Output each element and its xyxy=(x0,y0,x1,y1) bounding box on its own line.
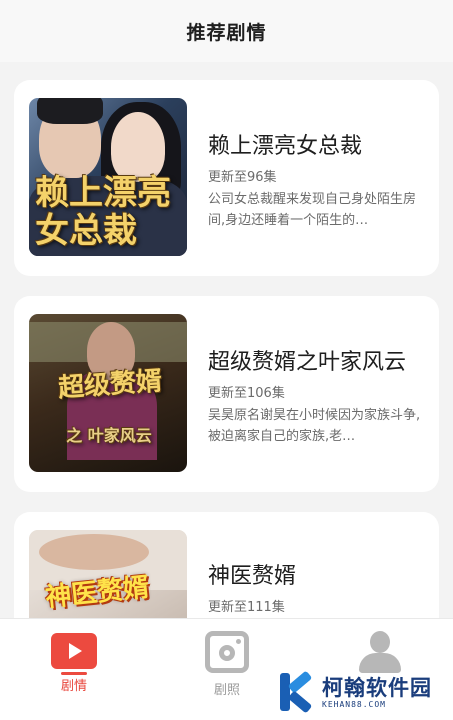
tab-label: 剧照 xyxy=(213,683,240,698)
watermark: 柯翰软件园 KEHAN88.COM xyxy=(276,668,446,716)
drama-description: 公司女总裁醒来发现自己身处陌生房间,身边还睡着一个陌生的… xyxy=(208,192,417,228)
poster-figure-man-hair xyxy=(37,98,103,124)
k-logo-icon xyxy=(276,670,316,714)
drama-card[interactable]: 赖上漂亮女总裁 赖上漂亮女总裁 更新至96集 公司女总裁醒来发现自己身处陌生房间… xyxy=(14,80,439,276)
drama-card[interactable]: 神医赘婿 神医赘婿 更新至111集 xyxy=(14,512,439,618)
photo-icon xyxy=(205,631,249,673)
watermark-text: 柯翰软件园 KEHAN88.COM xyxy=(322,676,432,709)
poster-figure-woman xyxy=(111,112,165,182)
page-title: 推荐剧情 xyxy=(186,21,267,44)
drama-title[interactable]: 神医赘婿 xyxy=(208,562,428,592)
top-header: 推荐剧情 xyxy=(0,0,453,62)
tab-label: 剧情 xyxy=(60,679,87,694)
tab-stills[interactable]: 剧照 xyxy=(187,631,267,711)
drama-poster[interactable]: 神医赘婿 xyxy=(29,530,187,618)
play-icon xyxy=(51,633,97,675)
drama-title[interactable]: 超级赘婿之叶家风云 xyxy=(208,348,428,378)
drama-info: 赖上漂亮女总裁 更新至96集 公司女总裁醒来发现自己身处陌生房间,身边还睡着一个… xyxy=(208,132,428,231)
drama-list[interactable]: 赖上漂亮女总裁 赖上漂亮女总裁 更新至96集 公司女总裁醒来发现自己身处陌生房间… xyxy=(0,62,453,618)
watermark-name: 柯翰软件园 xyxy=(322,675,432,700)
poster-title-art: 超级赘婿 xyxy=(57,366,164,404)
drama-card[interactable]: 超级赘婿 之 叶家风云 超级赘婿之叶家风云 更新至106集 吴昊原名谢昊在小时候… xyxy=(14,296,439,492)
episode-count: 更新至96集 xyxy=(208,170,277,185)
drama-poster[interactable]: 赖上漂亮女总裁 xyxy=(29,98,187,256)
drama-info: 超级赘婿之叶家风云 更新至106集 吴昊原名谢昊在小时候因为家族斗争,被迫离家自… xyxy=(208,348,428,447)
drama-info: 神医赘婿 更新至111集 xyxy=(208,562,428,617)
drama-title[interactable]: 赖上漂亮女总裁 xyxy=(208,132,428,162)
watermark-url: KEHAN88.COM xyxy=(322,699,386,709)
poster-figure-arm xyxy=(39,534,149,570)
tab-drama[interactable]: 剧情 xyxy=(34,631,114,711)
poster-subtitle-art: 之 叶家风云 xyxy=(66,426,152,445)
drama-poster[interactable]: 超级赘婿 之 叶家风云 xyxy=(29,314,187,472)
episode-count: 更新至106集 xyxy=(208,386,285,401)
drama-description: 吴昊原名谢昊在小时候因为家族斗争,被迫离家自己的家族,老… xyxy=(208,408,421,444)
poster-title-art: 赖上漂亮女总裁 xyxy=(35,173,171,251)
episode-count: 更新至111集 xyxy=(208,600,285,615)
user-icon xyxy=(357,631,403,673)
